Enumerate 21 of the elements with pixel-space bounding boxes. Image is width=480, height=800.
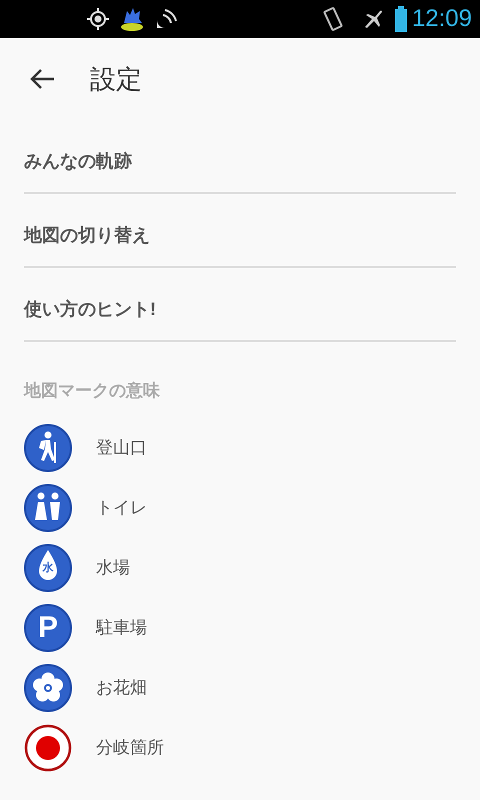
parking-icon: P (24, 604, 72, 652)
hiker-icon (24, 424, 72, 472)
flower-icon (24, 664, 72, 712)
legend-label: 登山口 (96, 436, 147, 459)
water-icon: 水 (24, 544, 72, 592)
toilet-icon (24, 484, 72, 532)
menu-item[interactable]: 使い方のヒント! (24, 268, 456, 342)
legend-label: 分岐箇所 (96, 736, 164, 759)
clock-time: 12:09 (412, 4, 472, 34)
menu-item[interactable]: みんなの軌跡 (24, 120, 456, 194)
battery-icon (394, 6, 408, 32)
legend-label: お花畑 (96, 676, 147, 699)
junction-icon (24, 724, 72, 772)
location-icon (86, 7, 110, 31)
screen-title: 設定 (90, 62, 142, 96)
legend-label: 駐車場 (96, 616, 147, 639)
section-heading: 地図マークの意味 (22, 380, 161, 402)
legend-label: トイレ (96, 496, 147, 519)
legend-label: 水場 (96, 556, 130, 579)
back-arrow-icon (29, 68, 55, 90)
menu-item[interactable]: 地図の切り替え (24, 194, 456, 268)
